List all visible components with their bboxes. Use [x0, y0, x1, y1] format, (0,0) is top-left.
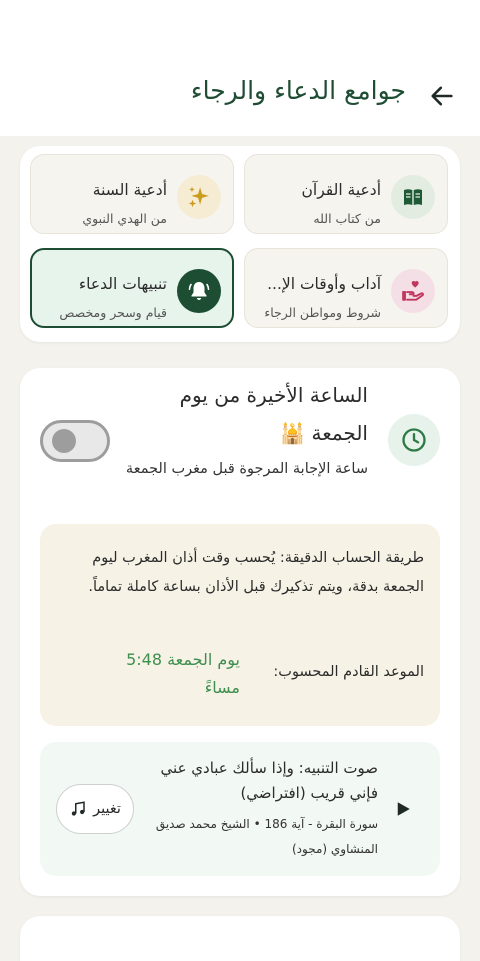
- category-subtitle: قيام وسحر ومخصص: [59, 305, 167, 320]
- category-icon-wrap: [177, 175, 221, 219]
- alert-sound-title: صوت التنبيه: وإذا سألك عبادي عني فإني قر…: [160, 759, 378, 802]
- book-icon: [404, 189, 422, 205]
- next-time-label: الموعد القادم المحسوب:: [273, 664, 424, 680]
- play-sound-button[interactable]: [392, 798, 414, 820]
- alert-sound-box: صوت التنبيه: وإذا سألك عبادي عني فإني قر…: [40, 742, 440, 876]
- back-button[interactable]: [424, 78, 460, 114]
- category-etiquette[interactable]: آداب وأوقات الإ... شروط ومواطن الرجاء: [244, 248, 448, 328]
- category-icon-wrap: [391, 269, 435, 313]
- clock-icon-wrap: [388, 414, 440, 466]
- app-bar: جوامع الدعاء والرجاء: [0, 0, 480, 136]
- category-subtitle: من كتاب الله: [313, 211, 381, 226]
- alert-sound-meta: سورة البقرة - آية 186 • الشيخ محمد صديق …: [155, 817, 378, 856]
- change-sound-label: تغيير: [93, 801, 121, 817]
- change-sound-button[interactable]: تغيير: [56, 784, 134, 834]
- next-time-value: يوم الجمعة 5:48 مساءً: [126, 650, 240, 697]
- music-note-icon: [71, 801, 85, 816]
- friday-alert-card: الساعة الأخيرة من يوم الجمعة 🕌 ساعة الإج…: [20, 368, 460, 896]
- calculation-method-text: طريقة الحساب الدقيقة: يُحسب وقت أذان الم…: [88, 550, 424, 595]
- category-title: آداب وأوقات الإ...: [267, 275, 381, 293]
- play-icon: [397, 802, 410, 816]
- category-subtitle: شروط ومواطن الرجاء: [264, 305, 381, 320]
- heart-hand-icon: [402, 281, 424, 301]
- calculation-info-box: طريقة الحساب الدقيقة: يُحسب وقت أذان الم…: [40, 524, 440, 726]
- category-title: أدعية القرآن: [301, 181, 381, 199]
- categories-panel: أدعية القرآن من كتاب الله أدعية السنة من…: [20, 146, 460, 342]
- bell-icon: [188, 282, 210, 300]
- category-title: تنبيهات الدعاء: [78, 275, 167, 293]
- friday-alert-title: الساعة الأخيرة من يوم الجمعة 🕌: [179, 383, 368, 445]
- category-icon-wrap: [391, 175, 435, 219]
- category-sunnah-duas[interactable]: أدعية السنة من الهدي النبوي: [30, 154, 234, 234]
- category-dua-alerts[interactable]: تنبيهات الدعاء قيام وسحر ومخصص: [30, 248, 234, 328]
- category-quran-duas[interactable]: أدعية القرآن من كتاب الله: [244, 154, 448, 234]
- friday-alert-toggle[interactable]: [40, 420, 110, 462]
- next-section-card: [20, 916, 460, 961]
- category-subtitle: من الهدي النبوي: [82, 211, 167, 226]
- friday-alert-subtitle: ساعة الإجابة المرجوة قبل مغرب الجمعة: [125, 461, 368, 477]
- sparkles-icon: [188, 186, 209, 208]
- category-icon-wrap: [177, 269, 221, 313]
- clock-icon: [402, 428, 426, 452]
- toggle-knob: [52, 429, 76, 453]
- page-title: جوامع الدعاء والرجاء: [190, 76, 406, 105]
- category-title: أدعية السنة: [92, 181, 167, 199]
- arrow-back-icon: [431, 86, 453, 106]
